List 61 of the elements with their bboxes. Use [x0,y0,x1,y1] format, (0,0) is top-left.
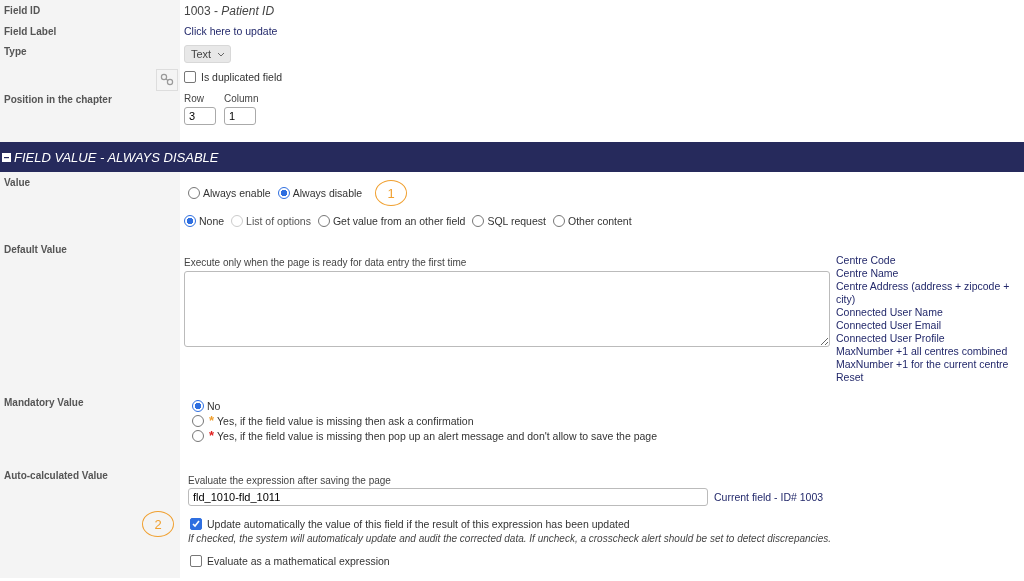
required-marker: * [209,416,215,426]
help-note: If checked, the system will automaticaly update and audit the corrected data. If uncheck, a crosscheck alert should be set to detect discrepancies. [188,533,833,544]
radio-button[interactable] [192,415,204,427]
radio-button[interactable] [277,187,290,199]
radio-label: None [199,215,225,227]
default-value-textarea[interactable] [184,271,830,347]
field-label: Field ID [4,5,41,16]
shortcut-link[interactable]: MaxNumber +1 for the current centre [836,358,1016,371]
current-field-link[interactable]: Current field - ID# 1003 [714,491,824,503]
radio-label: Always disable [292,187,363,199]
checkbox[interactable] [184,71,196,83]
radio-button[interactable] [552,215,565,227]
shortcut-link[interactable]: Connected User Email [836,319,1016,332]
hint-text: Execute only when the page is ready for data entry the first time [184,257,468,268]
radio-button[interactable] [192,400,204,412]
type-select[interactable]: Text [184,45,232,63]
field-id-value: 1003 - Patient ID [184,4,275,18]
radio-button[interactable] [317,215,330,227]
section-title: FIELD VALUE - ALWAYS DISABLE [14,149,219,165]
update-link[interactable]: Click here to update [184,25,278,37]
checkbox-label: Is duplicated field [201,71,283,83]
field-label: Type [4,46,27,57]
field-label: Default Value [4,244,67,255]
column-label: Column [224,93,259,104]
radio-button[interactable] [184,215,196,227]
radio-label: List of options [246,215,311,227]
radio-label: Other content [567,215,632,227]
field-label: Field Label [4,26,57,37]
shortcut-link[interactable]: Centre Address (address + zipcode + city) [836,280,1016,306]
radio-label: No [207,400,221,412]
hint-text: Evaluate the expression after saving the page [188,475,392,486]
radio-button[interactable] [188,187,200,199]
shortcut-link[interactable]: Reset [836,371,1016,384]
radio-label: Always enable [203,187,271,199]
collapse-icon[interactable] [2,152,11,162]
radio-label: Yes, if the field value is missing then ask a confirmation [217,415,474,427]
required-marker: * [209,431,215,441]
row-label: Row [184,93,205,104]
field-label: Value [4,177,31,188]
row-input[interactable]: 3 [184,107,216,125]
radio-label: SQL request [487,215,546,227]
radio-button[interactable] [192,430,204,442]
shortcut-link[interactable]: Centre Name [836,267,1016,280]
caret-icon [217,51,226,57]
radio-label: Yes, if the field value is missing then pop up an alert message and don't allow to save the page [217,430,658,442]
radio-button[interactable] [472,215,485,227]
field-label: Position in the chapter [4,94,112,105]
shortcut-link[interactable]: MaxNumber +1 all centres combined [836,345,1016,358]
field-label: Auto-calculated Value [4,470,108,481]
radio-label: Get value from an other field [332,215,466,227]
field-label: Mandatory Value [4,397,84,408]
shortcut-link[interactable]: Connected User Profile [836,332,1016,345]
column-input[interactable]: 1 [224,107,256,125]
link-icon[interactable] [156,69,178,91]
shortcut-link[interactable]: Centre Code [836,254,1016,267]
checkbox-label: Update automatically the value of this field if the result of this expression has been updated [207,518,630,530]
expression-input[interactable]: fld_1010-fld_1011 [188,488,708,506]
checkbox-label: Evaluate as a mathematical expression [207,555,390,567]
checkbox[interactable] [190,518,202,530]
checkbox[interactable] [190,555,202,567]
shortcut-link[interactable]: Connected User Name [836,306,1016,319]
